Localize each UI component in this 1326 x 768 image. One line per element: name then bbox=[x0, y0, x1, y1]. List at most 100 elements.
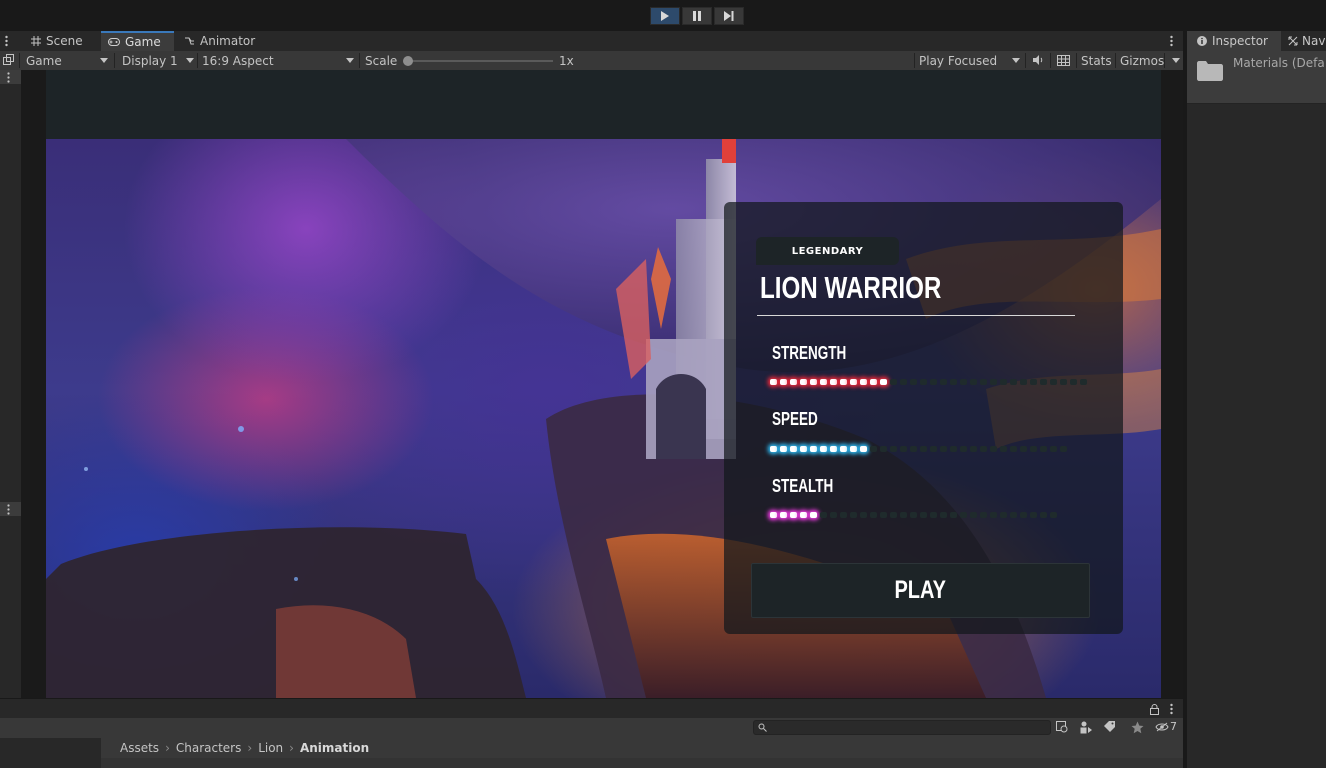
chevron-down-icon bbox=[186, 58, 194, 63]
stat-pip-filled bbox=[810, 512, 817, 518]
play-mode-dropdown[interactable]: Play Focused bbox=[919, 51, 1023, 70]
stat-pip-empty bbox=[910, 512, 917, 518]
display-value: Display 1 bbox=[122, 53, 178, 68]
hidden-packages-toggle[interactable]: 7 bbox=[1155, 720, 1177, 733]
filter-by-type-icon[interactable] bbox=[1080, 721, 1093, 734]
stat-pip-empty bbox=[930, 446, 937, 452]
more-options-icon[interactable] bbox=[1170, 703, 1173, 715]
character-name: LION WARRIOR bbox=[760, 270, 942, 305]
play-icon bbox=[661, 11, 669, 21]
stat-pip-empty bbox=[840, 512, 847, 518]
stat-pip-empty bbox=[900, 446, 907, 452]
scale-label: Scale bbox=[365, 53, 398, 68]
tab-scene[interactable]: Scene bbox=[24, 31, 98, 51]
stat-pip-filled bbox=[800, 446, 807, 452]
label-tag-icon[interactable] bbox=[1104, 721, 1116, 733]
scale-slider-handle[interactable] bbox=[403, 56, 413, 66]
info-icon bbox=[1197, 36, 1207, 46]
stat-pip-empty bbox=[890, 512, 897, 518]
chevron-right-icon: › bbox=[165, 741, 170, 755]
stat-pip-filled bbox=[870, 379, 877, 385]
stat-pip-empty bbox=[860, 512, 867, 518]
stat-pip-filled bbox=[780, 379, 787, 385]
project-folder-tree[interactable] bbox=[0, 738, 113, 768]
step-button[interactable] bbox=[714, 7, 744, 25]
stat-pip-empty bbox=[1020, 446, 1027, 452]
stat-pip-filled bbox=[790, 512, 797, 518]
search-input[interactable] bbox=[753, 720, 1051, 735]
tab-animator[interactable]: Animator bbox=[178, 31, 258, 51]
project-asset-list[interactable] bbox=[101, 758, 1183, 768]
stat-pip-filled bbox=[820, 379, 827, 385]
grid-icon bbox=[31, 36, 41, 46]
gutter-handle-middle[interactable] bbox=[0, 502, 21, 516]
animator-icon bbox=[185, 37, 194, 45]
breadcrumb-assets[interactable]: Assets bbox=[120, 741, 159, 755]
stat-pip-filled bbox=[770, 446, 777, 452]
aspect-dropdown[interactable]: 16:9 Aspect bbox=[202, 51, 357, 70]
mute-audio-button[interactable] bbox=[1032, 54, 1044, 69]
stats-button[interactable]: Stats bbox=[1081, 51, 1112, 70]
rarity-badge: LEGENDARY bbox=[756, 237, 899, 265]
stat-pip-filled bbox=[810, 379, 817, 385]
editor-tab-bar: Scene Game Animator bbox=[0, 31, 1183, 51]
stat-pip-empty bbox=[950, 512, 957, 518]
play-toolbar bbox=[0, 0, 1326, 31]
chevron-down-icon bbox=[1012, 58, 1020, 63]
tab-label: Scene bbox=[46, 34, 83, 48]
stat-pip-empty bbox=[950, 446, 957, 452]
stat-pip-empty bbox=[830, 512, 837, 518]
display-type-dropdown[interactable]: Game bbox=[26, 51, 112, 70]
game-viewport[interactable]: LEGENDARY LION WARRIOR STRENGTH SPEED ST… bbox=[21, 70, 1183, 698]
stat-pip-filled bbox=[810, 446, 817, 452]
stat-label-strength: STRENGTH bbox=[772, 343, 847, 363]
tab-navigation[interactable]: Nav bbox=[1288, 31, 1325, 51]
stat-pip-empty bbox=[1000, 512, 1007, 518]
title-divider bbox=[757, 315, 1075, 316]
tab-label: Game bbox=[125, 35, 161, 49]
maximize-icon[interactable] bbox=[3, 54, 14, 68]
stat-pip-empty bbox=[990, 512, 997, 518]
display-type-value: Game bbox=[26, 53, 62, 68]
stat-pip-empty bbox=[960, 379, 967, 385]
stat-pip-empty bbox=[910, 379, 917, 385]
stat-pip-empty bbox=[990, 379, 997, 385]
breadcrumb-animation[interactable]: Animation bbox=[300, 741, 369, 755]
stat-pip-empty bbox=[940, 379, 947, 385]
project-toolbar bbox=[0, 698, 1183, 719]
game-scene[interactable]: LEGENDARY LION WARRIOR STRENGTH SPEED ST… bbox=[46, 139, 1161, 698]
tab-inspector[interactable]: Inspector bbox=[1187, 31, 1281, 51]
inspector-tab-bar: Inspector Nav bbox=[1187, 31, 1326, 51]
grid-view-icon bbox=[1057, 55, 1070, 66]
tab-menu-icon[interactable] bbox=[1170, 35, 1173, 50]
stat-pip-empty bbox=[1080, 379, 1087, 385]
stat-pip-filled bbox=[830, 446, 837, 452]
stat-pip-filled bbox=[860, 379, 867, 385]
stat-bar-speed bbox=[770, 444, 1067, 454]
stat-pip-empty bbox=[1060, 379, 1067, 385]
gizmos-button[interactable]: Gizmos bbox=[1120, 51, 1164, 70]
star-icon[interactable] bbox=[1131, 721, 1144, 734]
gutter-handle-top[interactable] bbox=[0, 70, 21, 84]
stats-grid-button[interactable] bbox=[1057, 55, 1070, 69]
play-button[interactable] bbox=[650, 7, 680, 25]
lock-icon[interactable] bbox=[1150, 704, 1159, 715]
stat-label-speed: SPEED bbox=[772, 409, 818, 429]
pause-button[interactable] bbox=[682, 7, 712, 25]
scale-slider-track[interactable] bbox=[408, 60, 553, 62]
stat-pip-filled bbox=[800, 379, 807, 385]
tab-label: Animator bbox=[200, 34, 256, 48]
stat-pip-empty bbox=[900, 379, 907, 385]
gizmos-dropdown-icon[interactable] bbox=[1172, 58, 1180, 63]
display-dropdown[interactable]: Display 1 bbox=[122, 51, 196, 70]
stat-pip-empty bbox=[920, 446, 927, 452]
play-game-button[interactable]: PLAY bbox=[751, 563, 1090, 618]
breadcrumb-lion[interactable]: Lion bbox=[258, 741, 283, 755]
folder-icon bbox=[1197, 61, 1223, 81]
stat-pip-empty bbox=[1010, 512, 1017, 518]
panel-menu-icon[interactable] bbox=[5, 35, 8, 50]
tab-game[interactable]: Game bbox=[101, 31, 174, 51]
breadcrumb-characters[interactable]: Characters bbox=[176, 741, 242, 755]
project-search-bar: 7 bbox=[0, 718, 1183, 738]
search-by-type-icon[interactable] bbox=[1056, 721, 1069, 734]
